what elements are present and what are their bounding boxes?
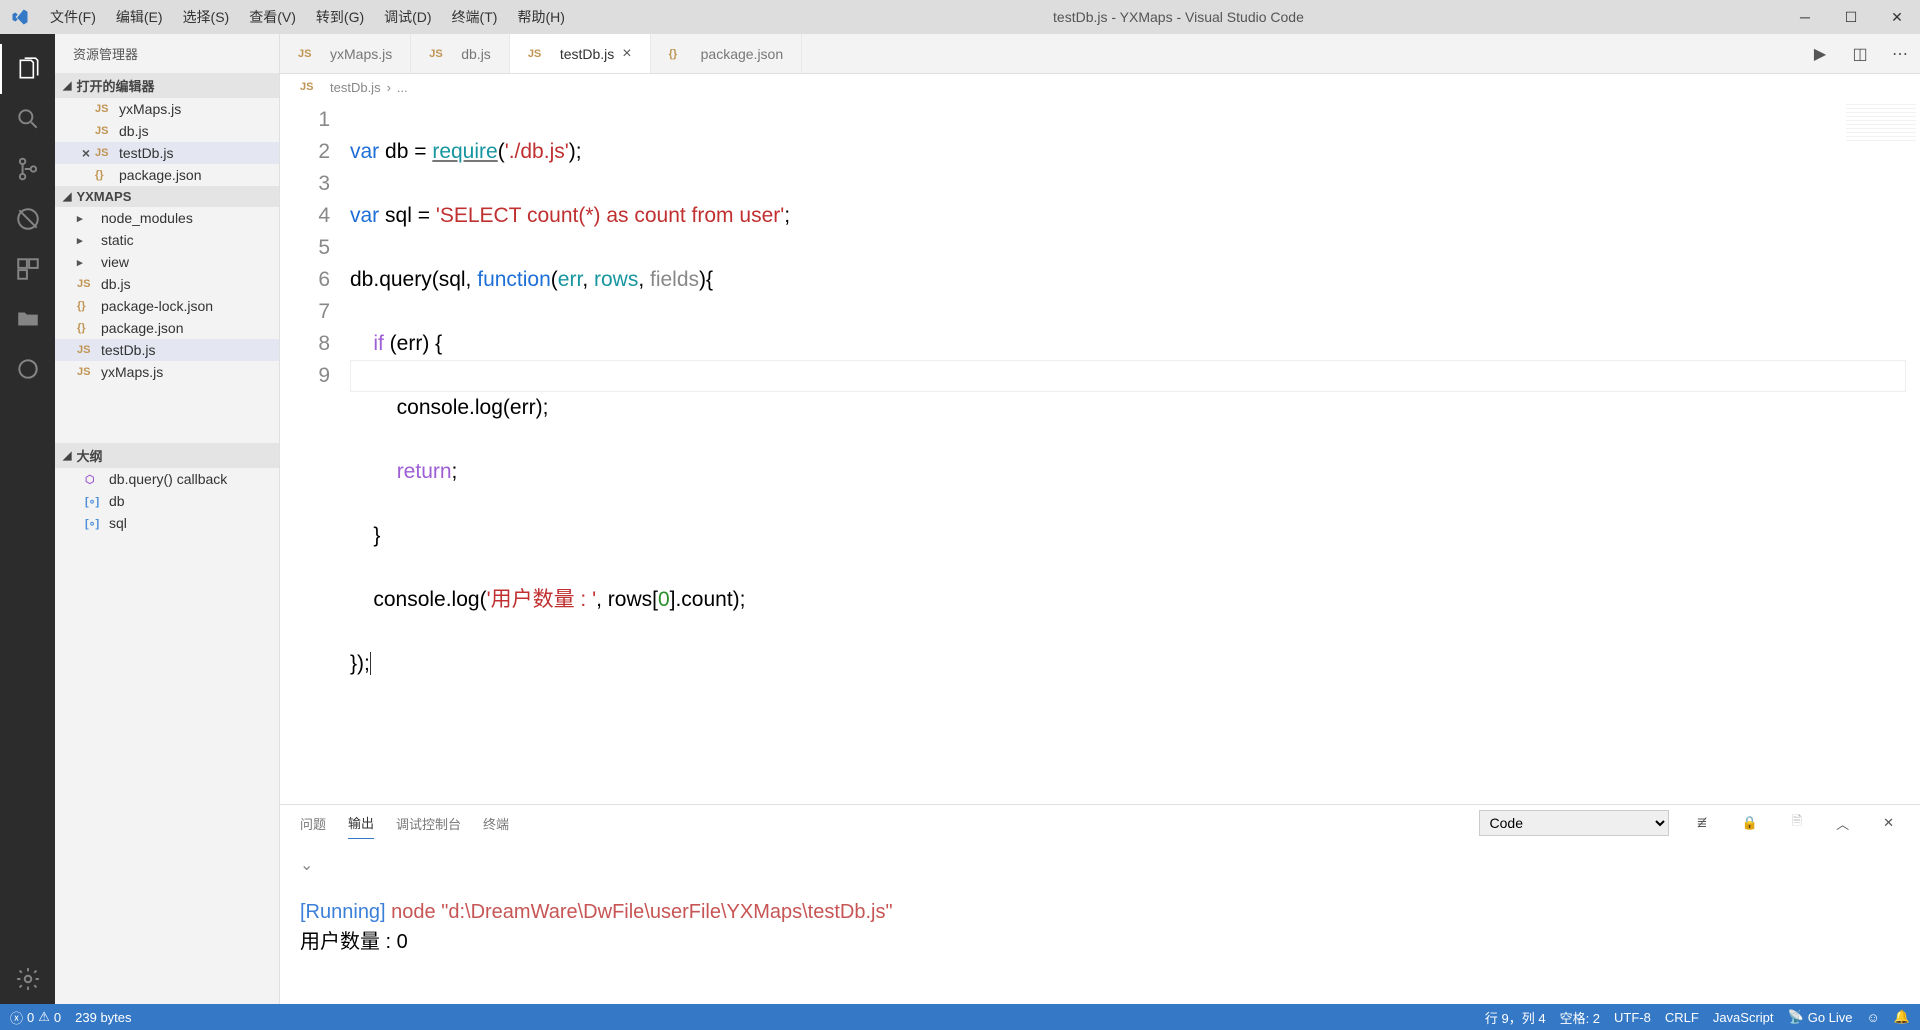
menu-help[interactable]: 帮助(H) [507, 7, 574, 27]
tab-db[interactable]: JSdb.js [411, 34, 510, 73]
clear-output-icon[interactable]: ≣̸ [1691, 815, 1714, 831]
run-button[interactable]: ▶ [1800, 34, 1840, 73]
minimize-button[interactable]: ─ [1782, 0, 1828, 34]
status-bell-icon[interactable]: 🔔 [1894, 1009, 1910, 1025]
tab-testdb[interactable]: JStestDb.js× [510, 34, 651, 73]
collapse-icon[interactable]: ︿ [1830, 814, 1855, 833]
menu-edit[interactable]: 编辑(E) [106, 7, 173, 27]
menu-file[interactable]: 文件(F) [40, 7, 106, 27]
open-editors-header[interactable]: ◢打开的编辑器 [55, 73, 279, 98]
vscode-logo-icon [0, 8, 40, 26]
menu-debug[interactable]: 调试(D) [374, 7, 441, 27]
status-bar: ⓧ 0 ⚠ 0 239 bytes 行 9，列 4 空格: 2 UTF-8 CR… [0, 1004, 1920, 1030]
close-icon[interactable]: × [622, 45, 631, 63]
menu-goto[interactable]: 转到(G) [306, 7, 374, 27]
window-title: testDb.js - YXMaps - Visual Studio Code [575, 9, 1782, 25]
current-line-highlight [350, 360, 1906, 392]
minimap[interactable] [1846, 104, 1916, 144]
status-filesize[interactable]: 239 bytes [75, 1010, 131, 1025]
folder-icon[interactable] [0, 294, 55, 344]
file-item[interactable]: {}package-lock.json [55, 295, 279, 317]
status-cursor-pos[interactable]: 行 9，列 4 [1485, 1008, 1546, 1027]
menu-terminal[interactable]: 终端(T) [442, 7, 508, 27]
source-control-icon[interactable] [0, 144, 55, 194]
status-encoding[interactable]: UTF-8 [1614, 1010, 1651, 1025]
editor-tabs: JSyxMaps.js JSdb.js JStestDb.js× {}packa… [280, 34, 1920, 74]
menu-select[interactable]: 选择(S) [173, 7, 240, 27]
split-editor-icon[interactable]: ◫ [1840, 34, 1880, 73]
panel-tab-problems[interactable]: 问题 [300, 808, 326, 839]
panel-tab-output[interactable]: 输出 [348, 807, 374, 839]
output-channel-select[interactable]: Code [1479, 810, 1669, 836]
folder-item[interactable]: ▸view [55, 251, 279, 273]
workspace-header[interactable]: ◢YXMAPS [55, 186, 279, 207]
status-indent[interactable]: 空格: 2 [1560, 1008, 1600, 1027]
tab-package[interactable]: {}package.json [651, 34, 803, 73]
outline-item[interactable]: ⬡db.query() callback [55, 468, 279, 490]
menu-view[interactable]: 查看(V) [239, 7, 306, 27]
status-go-live[interactable]: 📡 Go Live [1788, 1009, 1853, 1025]
breadcrumb[interactable]: JStestDb.js›... [280, 74, 1920, 100]
code-content[interactable]: var db = require('./db.js'); var sql = '… [350, 100, 1920, 804]
status-feedback-icon[interactable]: ☺ [1867, 1010, 1880, 1025]
extensions-icon[interactable] [0, 244, 55, 294]
activity-bar [0, 34, 55, 1004]
menu-bar: 文件(F) 编辑(E) 选择(S) 查看(V) 转到(G) 调试(D) 终端(T… [40, 7, 575, 27]
line-numbers: 123456789 [280, 100, 350, 804]
file-item-active[interactable]: JStestDb.js [55, 339, 279, 361]
status-eol[interactable]: CRLF [1665, 1010, 1699, 1025]
sidebar-title: 资源管理器 [55, 34, 279, 73]
bottom-panel: 问题 输出 调试控制台 终端 Code ≣̸ 🔒 🗎 ︿ ✕ ⌄ [Runnin… [280, 804, 1920, 1004]
outline-item[interactable]: [∘]db [55, 490, 279, 512]
panel-tab-terminal[interactable]: 终端 [483, 808, 509, 839]
panel-tabs: 问题 输出 调试控制台 终端 Code ≣̸ 🔒 🗎 ︿ ✕ [280, 805, 1920, 841]
open-editor-item[interactable]: {}package.json [55, 164, 279, 186]
maximize-button[interactable]: ☐ [1828, 0, 1874, 34]
search-icon[interactable] [0, 94, 55, 144]
open-editor-item[interactable]: JSyxMaps.js [55, 98, 279, 120]
open-editor-item-active[interactable]: ×JStestDb.js [55, 142, 279, 164]
status-errors[interactable]: ⓧ 0 ⚠ 0 [10, 1008, 61, 1027]
tab-yxmaps[interactable]: JSyxMaps.js [280, 34, 411, 73]
window-controls: ─ ☐ ✕ [1782, 0, 1920, 34]
settings-gear-icon[interactable] [0, 954, 55, 1004]
close-icon[interactable]: × [77, 145, 95, 161]
folder-item[interactable]: ▸node_modules [55, 207, 279, 229]
panel-tab-debug[interactable]: 调试控制台 [396, 808, 461, 839]
outline-item[interactable]: [∘]sql [55, 512, 279, 534]
circle-icon[interactable] [0, 344, 55, 394]
more-icon[interactable]: ⋯ [1880, 34, 1920, 73]
close-window-button[interactable]: ✕ [1874, 0, 1920, 34]
file-item[interactable]: JSdb.js [55, 273, 279, 295]
outline-header[interactable]: ◢大纲 [55, 443, 279, 468]
file-item[interactable]: {}package.json [55, 317, 279, 339]
lock-icon[interactable]: 🔒 [1735, 815, 1763, 831]
output-body[interactable]: ⌄ [Running] node "d:\DreamWare\DwFile\us… [280, 841, 1920, 1004]
title-bar: 文件(F) 编辑(E) 选择(S) 查看(V) 转到(G) 调试(D) 终端(T… [0, 0, 1920, 34]
open-file-icon[interactable]: 🗎 [1786, 812, 1808, 834]
folder-item[interactable]: ▸static [55, 229, 279, 251]
explorer-sidebar: 资源管理器 ◢打开的编辑器 JSyxMaps.js JSdb.js ×JStes… [55, 34, 280, 1004]
debug-icon[interactable] [0, 194, 55, 244]
status-language[interactable]: JavaScript [1713, 1010, 1774, 1025]
file-item[interactable]: JSyxMaps.js [55, 361, 279, 383]
code-editor[interactable]: 123456789 var db = require('./db.js'); v… [280, 100, 1920, 804]
editor-group: JSyxMaps.js JSdb.js JStestDb.js× {}packa… [280, 34, 1920, 1004]
explorer-icon[interactable] [0, 44, 55, 94]
close-panel-icon[interactable]: ✕ [1877, 815, 1900, 831]
open-editor-item[interactable]: JSdb.js [55, 120, 279, 142]
